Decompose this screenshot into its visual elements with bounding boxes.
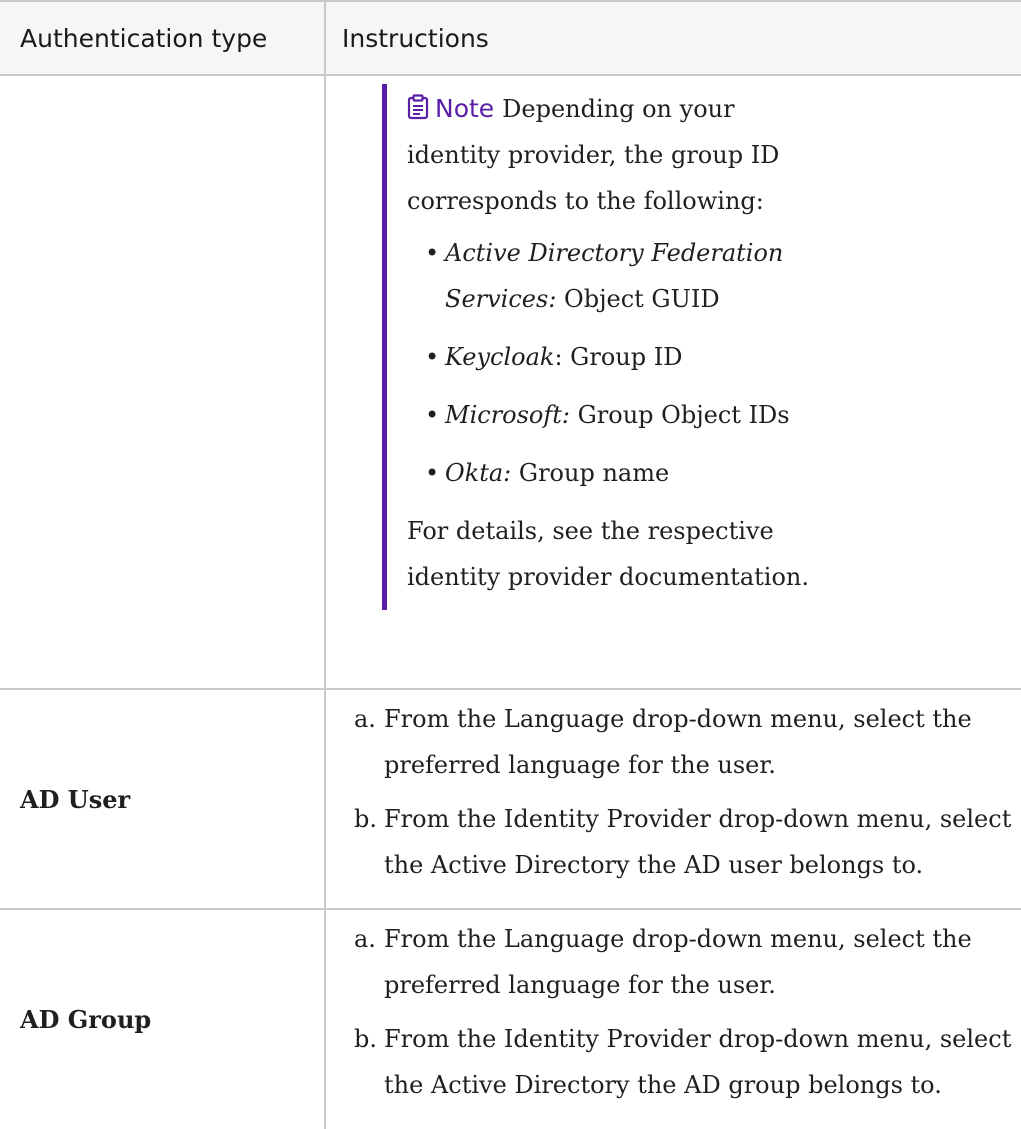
step-text: From the Identity Provider drop-down men… [384, 805, 1012, 879]
step-marker: b. [354, 805, 377, 833]
list-item: Microsoft: Group Object IDs [425, 392, 827, 438]
header-instructions: Instructions [342, 23, 489, 53]
note-block: Note Depending on your identity provider… [382, 84, 847, 610]
list-item: Okta: Group name [425, 450, 827, 496]
table-cell-instructions: Note Depending on your identity provider… [325, 75, 1021, 689]
step-item: b. From the Identity Provider drop-down m… [354, 796, 1014, 888]
table-header-row: Authentication type Instructions [0, 1, 1021, 75]
step-marker: a. [354, 705, 376, 733]
step-item: a. From the Language drop-down menu, sele… [354, 696, 1014, 788]
table-row: AD User a. From the Language drop-down me… [0, 689, 1021, 909]
table-row: Note Depending on your identity provider… [0, 75, 1021, 689]
list-item: Active Directory Federation Services: Ob… [425, 230, 827, 322]
provider-value: : Group ID [554, 343, 683, 371]
list-item: Keycloak: Group ID [425, 334, 827, 380]
provider-value: Object GUID [556, 285, 720, 313]
clipboard-icon [407, 94, 429, 120]
provider-name: Keycloak [445, 343, 555, 371]
step-list: a. From the Language drop-down menu, sele… [326, 916, 1021, 1108]
note-footer: For details, see the respective identity… [407, 517, 809, 591]
step-marker: a. [354, 925, 376, 953]
provider-value: Group name [511, 459, 670, 487]
table-cell-instructions: a. From the Language drop-down menu, sele… [325, 909, 1021, 1129]
step-list: a. From the Language drop-down menu, sele… [326, 696, 1021, 888]
step-marker: b. [354, 1025, 377, 1053]
provider-value: Group Object IDs [570, 401, 790, 429]
header-authentication-type: Authentication type [0, 1, 326, 75]
step-item: a. From the Language drop-down menu, sele… [354, 916, 1014, 1008]
step-text: From the Identity Provider drop-down men… [384, 1025, 1012, 1099]
note-list: Active Directory Federation Services: Ob… [407, 230, 827, 496]
note-label: Note [435, 94, 495, 123]
table-cell-instructions: a. From the Language drop-down menu, sele… [325, 689, 1021, 909]
authentication-table: Authentication type Instructions Note De… [0, 0, 1021, 1129]
auth-type-ad-group: AD Group [0, 909, 326, 1129]
auth-type-ad-user: AD User [0, 689, 326, 909]
step-text: From the Language drop-down menu, select… [384, 705, 972, 779]
note-heading: Note [407, 94, 502, 123]
step-text: From the Language drop-down menu, select… [384, 925, 972, 999]
step-item: b. From the Identity Provider drop-down m… [354, 1016, 1014, 1108]
table-cell-empty [0, 75, 326, 689]
table-row: AD Group a. From the Language drop-down m… [0, 909, 1021, 1129]
provider-name: Microsoft: [445, 401, 570, 429]
provider-name: Okta: [445, 459, 512, 487]
